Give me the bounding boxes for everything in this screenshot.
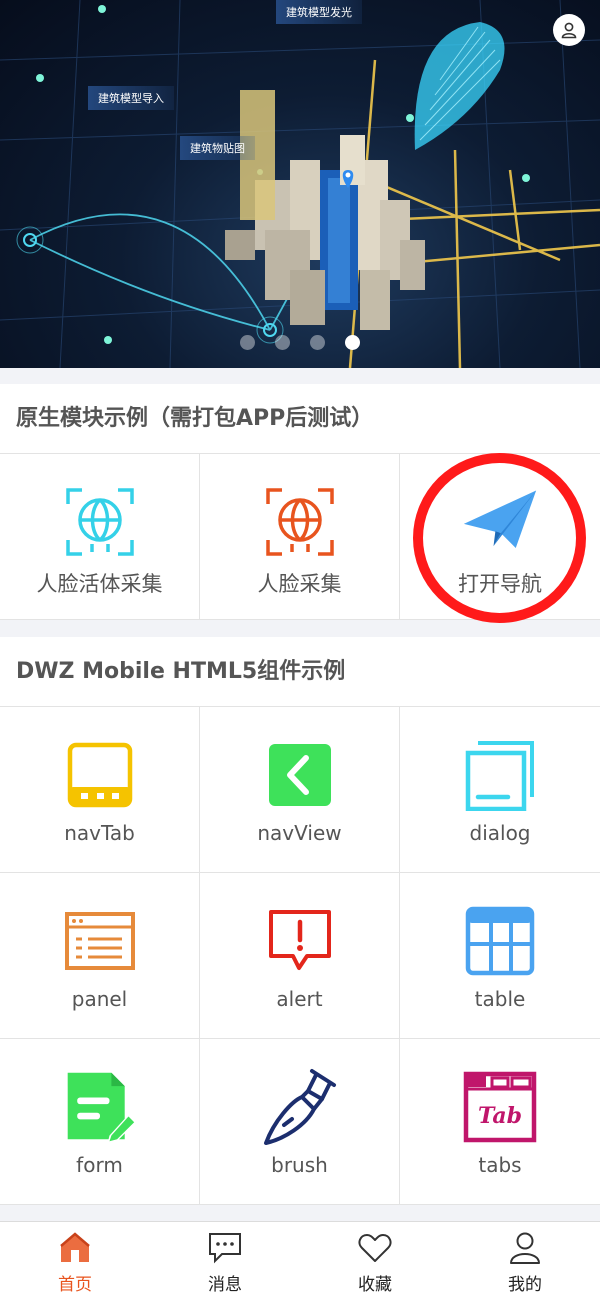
open-navigation-item[interactable]: 打开导航 (400, 454, 600, 620)
navtab-icon (62, 737, 138, 813)
face-scan-cyan-icon (62, 484, 138, 560)
form-label: form (76, 1153, 123, 1177)
dialog-label: dialog (469, 821, 531, 845)
city-illustration (0, 0, 600, 368)
user-profile-button[interactable] (553, 14, 585, 46)
alert-label: alert (276, 987, 323, 1011)
alert-item[interactable]: alert (200, 873, 400, 1039)
paper-plane-icon (462, 484, 538, 560)
bottom-tab-bar: 首页 消息 收藏 我的 (0, 1221, 600, 1298)
banner-label-texture: 建筑物贴图 (180, 136, 255, 160)
user-icon (507, 1230, 543, 1266)
dialog-icon (462, 737, 538, 813)
message-icon (207, 1230, 243, 1266)
table-label: table (474, 987, 526, 1011)
face-scan-orange-icon (262, 484, 338, 560)
hero-banner[interactable]: 建筑模型发光 建筑模型导入 建筑物贴图 (0, 0, 600, 368)
face-capture-label: 人脸采集 (257, 572, 342, 596)
html5-components-section: DWZ Mobile HTML5组件示例 navTab navView dial… (0, 637, 600, 1205)
panel-item[interactable]: panel (0, 873, 200, 1039)
tab-favorites[interactable]: 收藏 (300, 1222, 450, 1298)
banner-label-glow: 建筑模型发光 (276, 0, 362, 24)
brush-icon (262, 1069, 338, 1145)
navtab-item[interactable]: navTab (0, 707, 200, 873)
navview-back-icon (262, 737, 338, 813)
navview-label: navView (257, 821, 342, 845)
tab-home[interactable]: 首页 (0, 1222, 150, 1298)
carousel-dot[interactable] (275, 335, 290, 350)
tab-messages-label: 消息 (208, 1275, 242, 1295)
brush-label: brush (271, 1153, 328, 1177)
brush-item[interactable]: brush (200, 1039, 400, 1205)
navview-item[interactable]: navView (200, 707, 400, 873)
home-icon (57, 1230, 93, 1266)
user-icon (561, 22, 577, 39)
tabs-label: tabs (478, 1153, 522, 1177)
tab-mine-label: 我的 (508, 1275, 542, 1295)
carousel-dot[interactable] (240, 335, 255, 350)
html5-section-title: DWZ Mobile HTML5组件示例 (0, 637, 600, 707)
face-liveness-item[interactable]: 人脸活体采集 (0, 454, 200, 620)
dialog-item[interactable]: dialog (400, 707, 600, 873)
tab-messages[interactable]: 消息 (150, 1222, 300, 1298)
tab-home-label: 首页 (58, 1275, 92, 1295)
heart-icon (357, 1230, 393, 1266)
form-icon (62, 1069, 138, 1145)
tabs-item[interactable]: Tab tabs (400, 1039, 600, 1205)
panel-label: panel (71, 987, 128, 1011)
carousel-indicators (0, 335, 600, 350)
carousel-dot-active[interactable] (345, 335, 360, 350)
tab-favorites-label: 收藏 (358, 1275, 392, 1295)
table-icon (462, 903, 538, 979)
face-liveness-label: 人脸活体采集 (36, 572, 163, 596)
svg-text:Tab: Tab (478, 1103, 522, 1129)
face-capture-item[interactable]: 人脸采集 (200, 454, 400, 620)
table-item[interactable]: table (400, 873, 600, 1039)
native-modules-section: 原生模块示例（需打包APP后测试） 人脸活体采集 人脸采集 打开导航 (0, 384, 600, 620)
panel-icon (62, 903, 138, 979)
carousel-dot[interactable] (310, 335, 325, 350)
open-navigation-label: 打开导航 (458, 572, 542, 596)
tabs-icon: Tab (462, 1069, 538, 1145)
native-section-title: 原生模块示例（需打包APP后测试） (0, 384, 600, 454)
banner-label-import: 建筑模型导入 (88, 86, 174, 110)
navtab-label: navTab (64, 821, 135, 845)
form-item[interactable]: form (0, 1039, 200, 1205)
tab-mine[interactable]: 我的 (450, 1222, 600, 1298)
alert-icon (262, 903, 338, 979)
